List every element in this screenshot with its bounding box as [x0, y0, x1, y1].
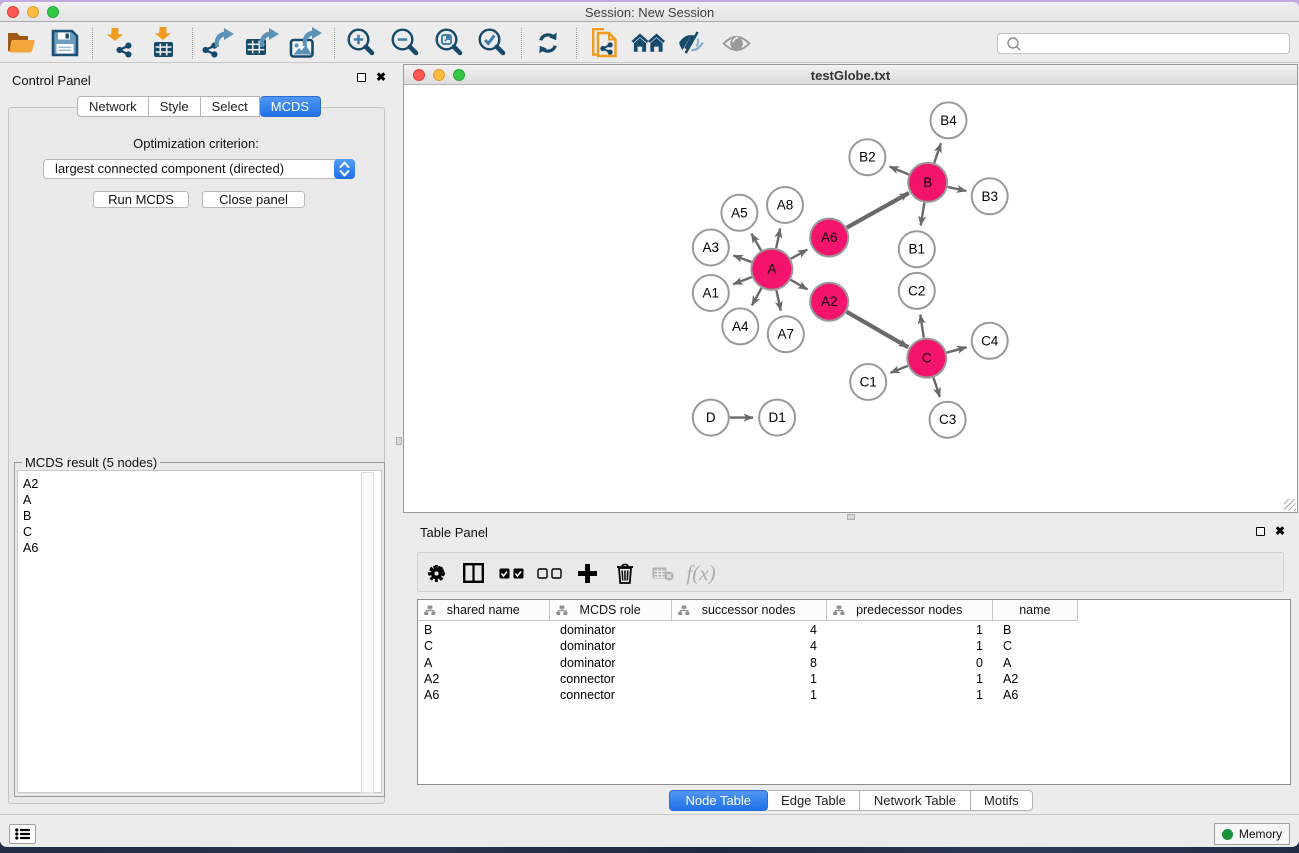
svg-text:A2: A2 — [821, 294, 838, 309]
svg-text:B: B — [923, 175, 932, 190]
svg-text:C: C — [922, 351, 932, 366]
svg-text:A6: A6 — [821, 230, 838, 245]
svg-text:C4: C4 — [981, 333, 999, 348]
svg-text:C3: C3 — [939, 412, 956, 427]
svg-text:A4: A4 — [732, 319, 749, 334]
svg-text:B3: B3 — [981, 189, 998, 204]
svg-text:D1: D1 — [768, 410, 785, 425]
svg-text:A5: A5 — [731, 205, 748, 220]
svg-text:A8: A8 — [777, 198, 794, 213]
svg-text:C1: C1 — [860, 375, 877, 390]
svg-text:A1: A1 — [703, 286, 720, 301]
svg-text:B2: B2 — [859, 150, 876, 165]
svg-text:C2: C2 — [908, 283, 925, 298]
svg-text:B4: B4 — [940, 113, 957, 128]
svg-text:A: A — [767, 262, 776, 277]
svg-text:A3: A3 — [703, 240, 720, 255]
svg-text:A7: A7 — [778, 327, 795, 342]
svg-text:D: D — [706, 410, 716, 425]
svg-text:B1: B1 — [909, 242, 926, 257]
